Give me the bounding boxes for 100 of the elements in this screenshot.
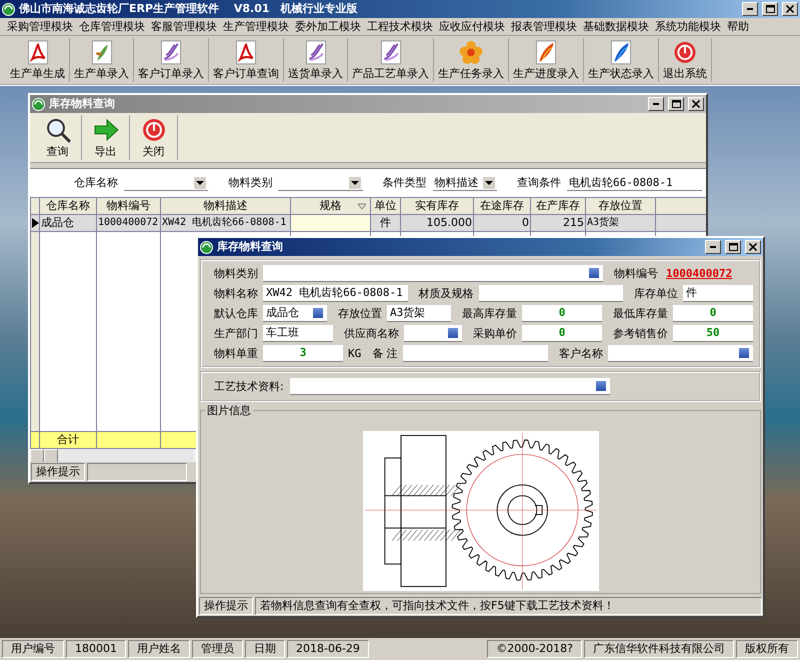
status-text: 版权所有 (736, 640, 798, 658)
input-field[interactable]: XW42 电机齿轮66-0808-1 (263, 285, 408, 302)
field-label: 参考销售价 (613, 326, 668, 340)
field-label: 客户名称 (558, 346, 603, 360)
input-field[interactable] (478, 285, 623, 302)
maximize-button[interactable] (725, 240, 741, 254)
input-field[interactable] (263, 265, 603, 282)
unit-label: KG (348, 346, 362, 360)
maximize-icon (728, 243, 738, 251)
field-label: 工艺技术资料: (214, 380, 284, 394)
status-text: 广东信华软件科技有限公司 (584, 640, 734, 658)
column-header: 规格 (290, 198, 370, 214)
dropdown[interactable]: 物料描述 (432, 175, 497, 191)
menu-item[interactable]: 帮助 (724, 20, 752, 34)
input-field[interactable]: 0 (522, 305, 602, 322)
toolbar-button[interactable]: 生产单录入 (70, 38, 134, 82)
input-field[interactable]: 件 (683, 285, 753, 302)
field-label: 条件类型 (382, 176, 427, 190)
input-field[interactable]: 电机齿轮66-0808-1 (566, 175, 702, 191)
input-field[interactable]: 0 (673, 305, 753, 322)
power-icon (672, 40, 698, 65)
menu-item[interactable]: 工程技术模块 (364, 20, 436, 34)
column-header: 在产库存 (530, 198, 586, 214)
input-field[interactable]: 成品仓 (263, 305, 327, 322)
close-button[interactable] (782, 2, 798, 16)
scrollbar[interactable] (30, 449, 195, 462)
close-button[interactable] (745, 240, 761, 254)
menu-item[interactable]: 生产管理模块 (220, 20, 292, 34)
input-field[interactable] (608, 345, 753, 362)
maximize-button[interactable] (668, 97, 684, 111)
input-field[interactable] (290, 378, 610, 395)
status-label: 操作提示 (31, 463, 85, 481)
toolbar-button[interactable]: 查询 (34, 115, 82, 160)
menu-item[interactable]: 客服管理模块 (148, 20, 220, 34)
toolbar-button[interactable]: 生产任务录入 (434, 38, 509, 82)
toolbar-button[interactable]: 产品工艺单录入 (348, 38, 434, 82)
input-field[interactable]: A3货架 (387, 305, 451, 322)
status-text: 用户编号 (2, 640, 64, 658)
feather-icon (533, 40, 559, 65)
window-title: 佛山市南海诚志齿轮厂ERP生产管理软件 V8.01 机械行业专业版 (19, 2, 359, 16)
toolbar-button[interactable]: 客户订单查询 (209, 38, 284, 82)
toolbar-button[interactable]: 客户订单录入 (134, 38, 209, 82)
search-icon (44, 117, 70, 143)
menu-item[interactable]: 仓库管理模块 (76, 20, 148, 34)
close-button[interactable] (688, 97, 704, 111)
flower-icon (458, 40, 484, 65)
maximize-icon (766, 5, 774, 13)
field-label: 仓库名称 (74, 176, 118, 190)
minimize-button[interactable] (742, 2, 758, 16)
menu-item[interactable]: 基础数据模块 (580, 20, 652, 34)
toolbar-button[interactable]: 导出 (82, 115, 130, 160)
toolbar-button[interactable]: 送货单录入 (284, 38, 348, 82)
status-label: 操作提示 (199, 597, 253, 615)
lookup-button[interactable] (594, 380, 607, 392)
minimize-icon (653, 103, 659, 105)
toolbar-button[interactable]: 退出系统 (659, 38, 712, 82)
table-cell: 215 (530, 214, 586, 232)
app-icon (32, 98, 45, 110)
toolbar-button[interactable]: 生产进度录入 (509, 38, 584, 82)
menu-item[interactable]: 委外加工模块 (292, 20, 364, 34)
table-cell: A3货架 (586, 214, 656, 232)
table-cell: 105.000 (400, 214, 474, 232)
input-field[interactable]: 50 (673, 325, 753, 342)
input-field[interactable]: 0 (522, 325, 602, 342)
input-field[interactable]: 车工班 (263, 325, 333, 342)
input-field[interactable] (404, 325, 462, 342)
field-label: 存放位置 (338, 306, 382, 320)
total-label: 合计 (40, 432, 96, 448)
menu-item[interactable]: 采购管理模块 (4, 20, 76, 34)
status-text: 用户姓名 (128, 640, 190, 658)
field-label: 材质及规格 (418, 286, 474, 300)
maximize-button[interactable] (762, 2, 778, 16)
lookup-button[interactable] (588, 267, 600, 279)
app-icon (2, 2, 15, 16)
column-header: 在途库存 (474, 198, 530, 214)
column-header: 物料编号 (96, 198, 160, 214)
feather-icon (608, 40, 634, 65)
lookup-button[interactable] (312, 307, 324, 319)
minimize-button[interactable] (705, 240, 721, 254)
window-title: 库存物料查询 (49, 97, 116, 111)
lookup-button[interactable] (447, 327, 459, 339)
lookup-button[interactable] (738, 347, 750, 359)
toolbar-button[interactable]: 生产状态录入 (584, 38, 659, 82)
close-icon (749, 243, 757, 251)
app-icon (200, 240, 213, 254)
power-icon (140, 117, 166, 143)
column-header: 单位 (370, 198, 400, 214)
menu-item[interactable]: 系统功能模块 (652, 20, 724, 34)
field-label: 默认仓库 (214, 306, 258, 320)
toolbar-button[interactable]: 生产单生成 (6, 38, 70, 82)
input-field[interactable]: 3 (263, 345, 343, 362)
table-cell: 0 (474, 214, 530, 232)
minimize-button[interactable] (648, 97, 664, 111)
menu-item[interactable]: 应收应付模块 (436, 20, 508, 34)
column-header: 物料描述 (160, 198, 290, 214)
status-text: 日期 (245, 640, 285, 658)
field-label: 物料编号 (614, 266, 658, 280)
menu-item[interactable]: 报表管理模块 (508, 20, 580, 34)
input-field[interactable] (402, 345, 548, 362)
toolbar-button[interactable]: 关闭 (130, 115, 178, 160)
